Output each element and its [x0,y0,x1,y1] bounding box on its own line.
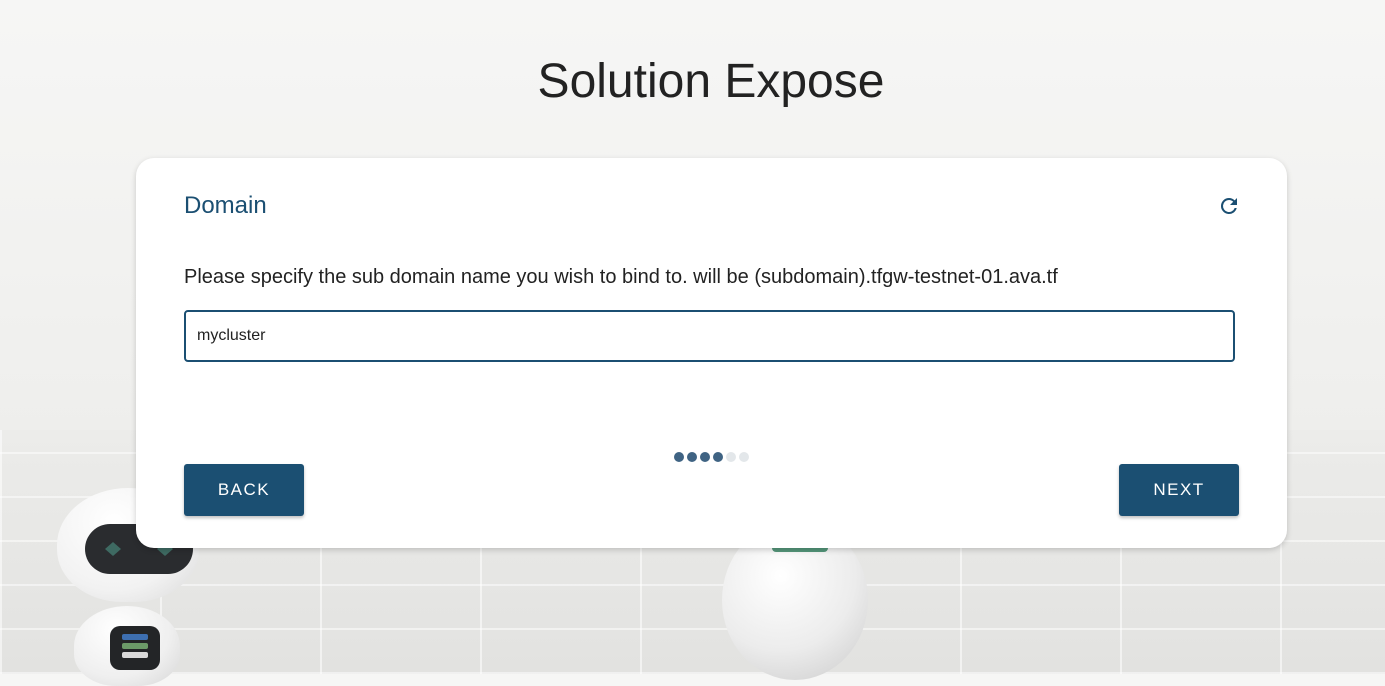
subdomain-input[interactable] [184,310,1235,362]
step-dot [700,452,710,462]
page-title: Solution Expose [537,55,885,108]
robot-chest-panel [110,626,160,670]
step-indicator [674,452,749,464]
back-button[interactable]: BACK [184,464,304,516]
robot-body-illustration [74,606,180,686]
card-title: Domain [184,192,267,219]
step-dot [713,452,723,462]
subdomain-help-text: Please specify the sub domain name you w… [184,266,1058,288]
robot-eye-left [105,542,121,556]
step-dot [739,452,749,462]
domain-card: Domain Please specify the sub domain nam… [136,158,1287,548]
refresh-icon[interactable] [1217,194,1241,218]
step-dot [726,452,736,462]
step-dot [687,452,697,462]
next-button[interactable]: NEXT [1119,464,1239,516]
step-dot [674,452,684,462]
